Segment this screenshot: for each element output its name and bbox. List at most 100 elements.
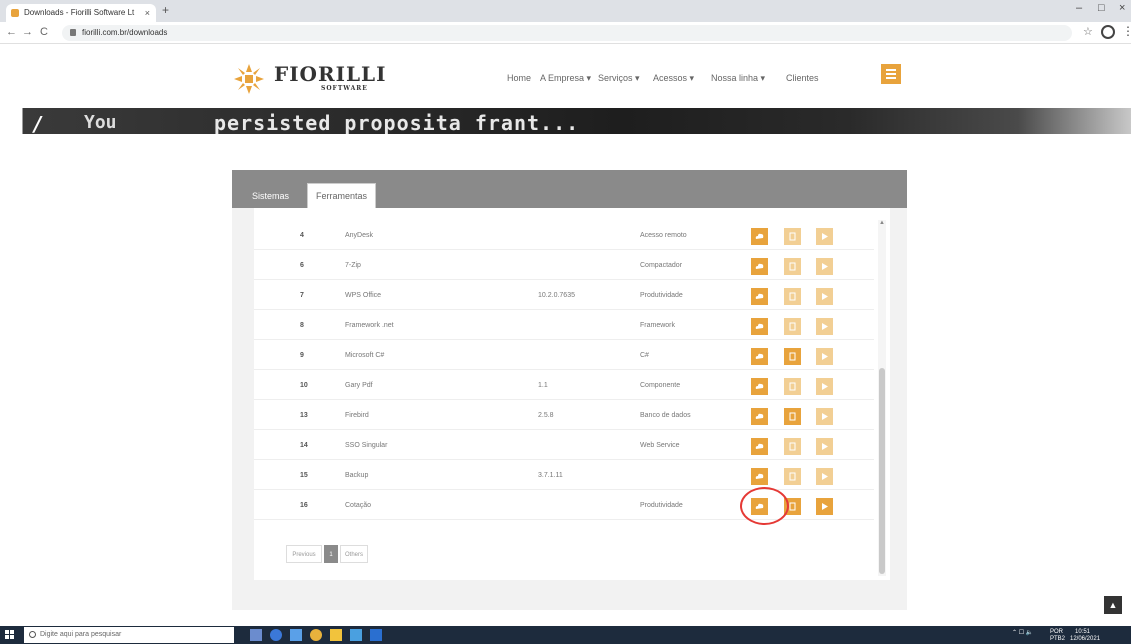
tray-date[interactable]: 12/06/2021 xyxy=(1070,636,1100,642)
download-button[interactable] xyxy=(751,408,768,425)
profile-avatar-icon[interactable] xyxy=(1101,25,1115,39)
row-name: 7-Zip xyxy=(345,262,361,269)
scrollbar[interactable]: ▲ xyxy=(878,220,886,576)
play-icon xyxy=(822,503,828,510)
back-button[interactable]: ← xyxy=(6,26,17,38)
reload-button[interactable]: C xyxy=(40,26,48,38)
info-button[interactable] xyxy=(784,318,801,335)
tab-ferramentas[interactable]: Ferramentas xyxy=(307,183,377,208)
row-name: SSO Singular xyxy=(345,442,388,449)
cloud-download-icon xyxy=(755,473,764,479)
row-category: Componente xyxy=(640,382,681,389)
minimize-button[interactable]: – xyxy=(1076,2,1082,14)
open-button[interactable] xyxy=(816,408,833,425)
pagination-previous[interactable]: Previous xyxy=(286,545,322,563)
pagination-current[interactable]: 1 xyxy=(324,545,338,563)
document-icon xyxy=(789,502,796,511)
open-button[interactable] xyxy=(816,318,833,335)
table-row: 14 SSO Singular Web Service xyxy=(254,430,874,460)
play-icon xyxy=(822,413,828,420)
store-icon[interactable] xyxy=(290,629,302,641)
browser-tab[interactable]: Downloads - Fiorilli Software Lt × xyxy=(6,4,156,22)
open-button[interactable] xyxy=(816,468,833,485)
tray-time[interactable]: 10:51 xyxy=(1075,629,1090,635)
address-bar[interactable]: fiorilli.com.br/downloads xyxy=(62,25,1072,41)
info-button[interactable] xyxy=(784,378,801,395)
banner-slash: / / xyxy=(8,112,45,134)
open-button[interactable] xyxy=(816,228,833,245)
new-tab-button[interactable]: + xyxy=(162,3,169,17)
table-row: 15 Backup 3.7.1.11 xyxy=(254,460,874,490)
cloud-download-icon xyxy=(755,443,764,449)
open-button[interactable] xyxy=(816,498,833,515)
cloud-download-icon xyxy=(755,293,764,299)
download-button[interactable] xyxy=(751,288,768,305)
download-button[interactable] xyxy=(751,228,768,245)
tab-sistemas[interactable]: Sistemas xyxy=(244,184,297,208)
table-row: 13 Firebird 2.5.8 Banco de dados xyxy=(254,400,874,430)
maximize-button[interactable]: □ xyxy=(1098,2,1105,14)
banner-word: You xyxy=(84,112,117,133)
info-button[interactable] xyxy=(784,438,801,455)
nav-clientes[interactable]: Clientes xyxy=(786,73,819,83)
row-name: Microsoft C# xyxy=(345,352,385,359)
bookmark-star-icon[interactable]: ☆ xyxy=(1083,25,1093,38)
info-button[interactable] xyxy=(784,468,801,485)
row-category: C# xyxy=(640,352,649,359)
chrome-icon[interactable] xyxy=(310,629,322,641)
mail-icon[interactable] xyxy=(370,629,382,641)
windows-taskbar: Digite aqui para pesquisar ⌃ ☐ 🔈 POR PTB… xyxy=(0,626,1131,644)
nav-acessos[interactable]: Acessos ▾ xyxy=(653,73,694,84)
back-to-top-button[interactable]: ▲ xyxy=(1104,596,1122,614)
document-icon xyxy=(789,382,796,391)
site-logo[interactable]: FIORILLI SOFTWARE xyxy=(231,60,391,98)
fiorilli-logo-icon xyxy=(234,64,264,94)
info-button[interactable] xyxy=(784,288,801,305)
info-button[interactable] xyxy=(784,408,801,425)
edge-icon[interactable] xyxy=(270,629,282,641)
document-icon xyxy=(789,442,796,451)
download-button[interactable] xyxy=(751,258,768,275)
download-button[interactable] xyxy=(751,318,768,335)
windows-start-icon[interactable] xyxy=(5,630,15,640)
task-view-icon[interactable] xyxy=(250,629,262,641)
open-button[interactable] xyxy=(816,258,833,275)
row-id: 15 xyxy=(300,472,308,479)
download-button[interactable] xyxy=(751,348,768,365)
tab-close-icon[interactable]: × xyxy=(145,4,150,22)
nav-empresa[interactable]: A Empresa ▾ xyxy=(540,73,591,84)
pagination-next[interactable]: Others xyxy=(340,545,368,563)
info-button[interactable] xyxy=(784,228,801,245)
play-icon xyxy=(822,443,828,450)
nav-nossa-linha[interactable]: Nossa linha ▾ xyxy=(711,73,765,84)
row-version: 1.1 xyxy=(538,382,548,389)
info-button[interactable] xyxy=(784,258,801,275)
forward-button[interactable]: → xyxy=(22,26,33,38)
info-button[interactable] xyxy=(784,348,801,365)
table-row: 7 WPS Office 10.2.0.7635 Produtividade xyxy=(254,280,874,310)
download-button[interactable] xyxy=(751,438,768,455)
window-close-button[interactable]: × xyxy=(1119,2,1125,14)
nav-home[interactable]: Home xyxy=(507,73,531,83)
open-button[interactable] xyxy=(816,378,833,395)
scrollbar-thumb[interactable] xyxy=(879,368,885,574)
taskbar-search-input[interactable]: Digite aqui para pesquisar xyxy=(24,627,234,643)
scroll-up-icon[interactable]: ▲ xyxy=(879,220,885,226)
download-button[interactable] xyxy=(751,378,768,395)
open-button[interactable] xyxy=(816,288,833,305)
table-row: 9 Microsoft C# C# xyxy=(254,340,874,370)
table-row: 10 Gary Pdf 1.1 Componente xyxy=(254,370,874,400)
row-id: 14 xyxy=(300,442,308,449)
hamburger-menu-icon[interactable] xyxy=(881,64,901,84)
tray-language[interactable]: POR xyxy=(1050,629,1063,635)
nav-servicos[interactable]: Serviços ▾ xyxy=(598,73,640,84)
file-explorer-icon[interactable] xyxy=(330,629,342,641)
browser-menu-icon[interactable]: ⋮ xyxy=(1122,24,1131,38)
row-version: 10.2.0.7635 xyxy=(538,292,575,299)
app-icon[interactable] xyxy=(350,629,362,641)
play-icon xyxy=(822,263,828,270)
tray-language-layout[interactable]: PTB2 xyxy=(1050,636,1065,642)
open-button[interactable] xyxy=(816,348,833,365)
download-button[interactable] xyxy=(751,468,768,485)
open-button[interactable] xyxy=(816,438,833,455)
